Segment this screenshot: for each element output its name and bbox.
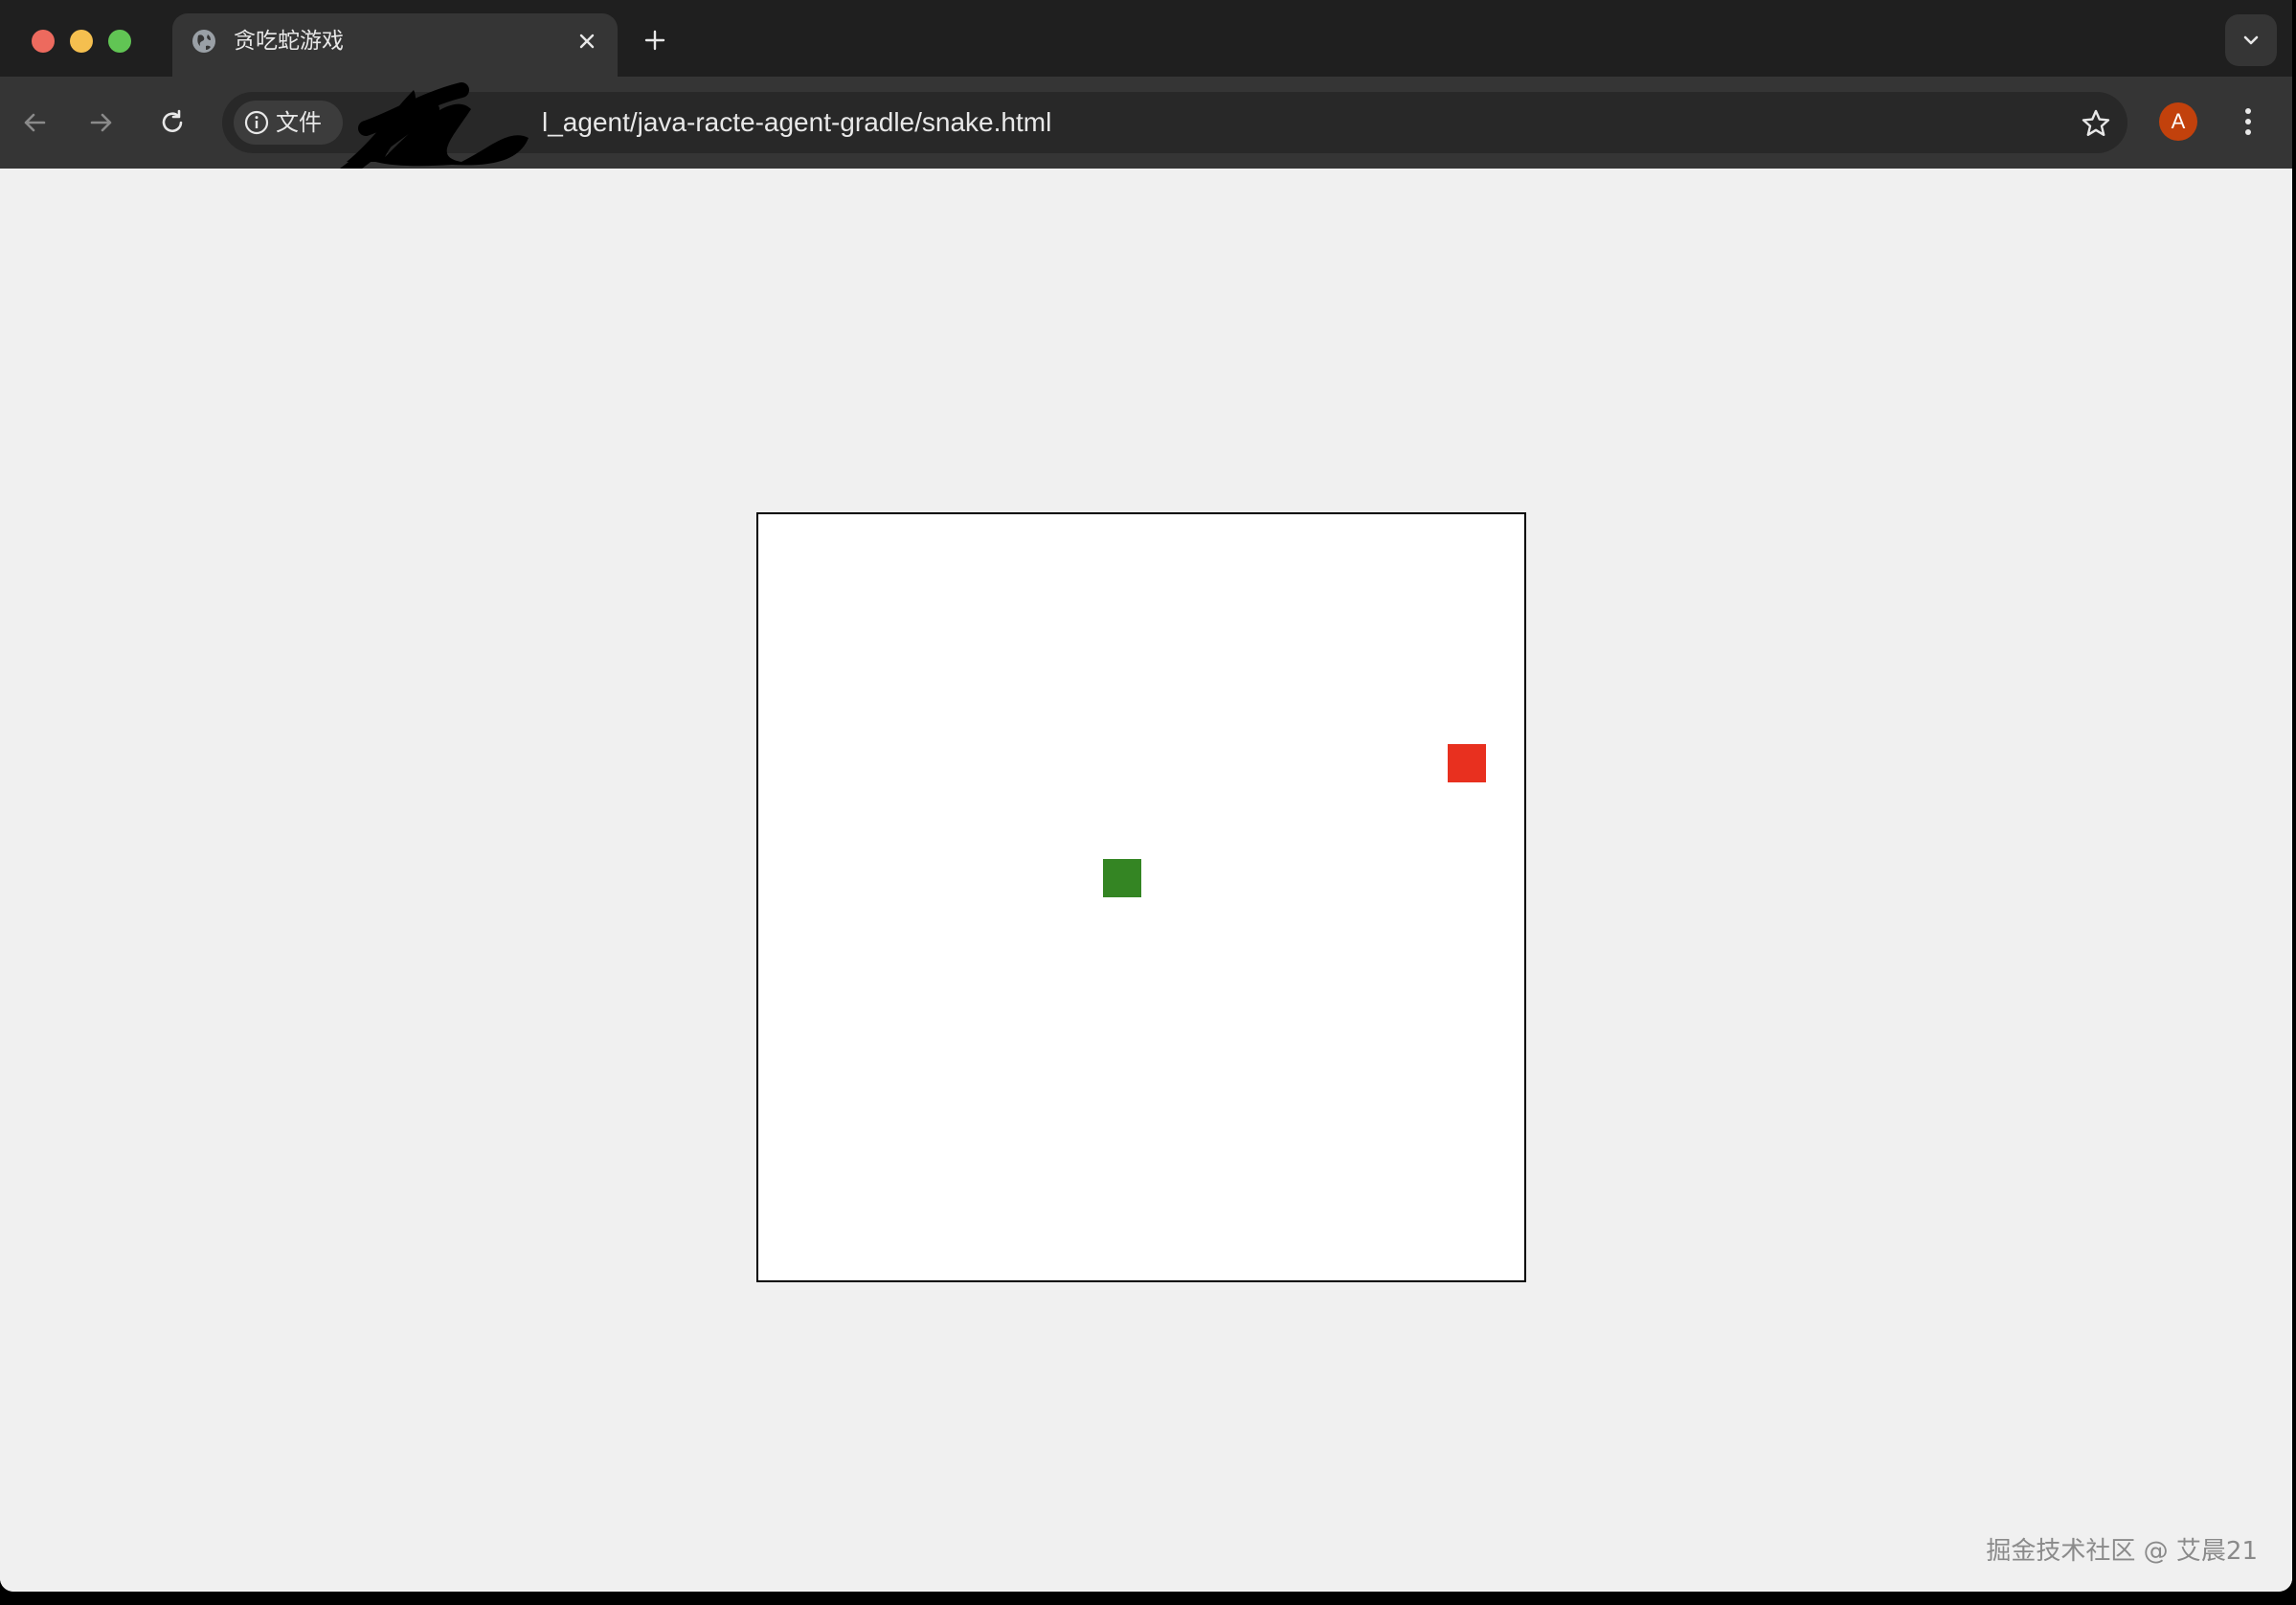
tab-search-button[interactable] [2225,14,2277,66]
toolbar: 文件 l_agent/java-racte-agent-gradle/snake… [0,77,2292,183]
address-bar[interactable]: 文件 l_agent/java-racte-agent-gradle/snake… [222,82,2127,183]
tab-strip: 贪吃蛇游戏 [0,0,2292,77]
forward-button[interactable] [79,100,124,146]
close-window-button[interactable] [32,30,55,53]
url-text: l_agent/java-racte-agent-gradle/snake.ht… [542,107,1052,137]
arrow-left-icon [24,113,46,132]
food-square [1448,744,1486,782]
minimize-window-button[interactable] [70,30,93,53]
new-tab-button[interactable] [640,25,670,56]
globe-icon [190,27,218,56]
back-button[interactable] [11,100,57,146]
profile-avatar[interactable]: A [2159,102,2197,141]
browser-window: 贪吃蛇游戏 文件 l_agent/java-racte-agent-gradle… [0,0,2292,1592]
tab-close-icon[interactable] [573,27,601,56]
browser-menu-button[interactable] [2232,102,2264,141]
site-info-chip[interactable]: 文件 [234,101,343,145]
page-content: 掘金技术社区 @ 艾晨21 [0,169,2292,1592]
info-icon [244,110,269,135]
game-canvas[interactable] [756,512,1526,1282]
reload-button[interactable] [149,100,195,146]
arrow-right-icon [90,113,112,132]
reload-icon [162,109,183,132]
bookmark-star-icon[interactable] [2080,107,2112,140]
snake-head [1103,859,1141,897]
site-chip-label: 文件 [276,109,322,136]
maximize-window-button[interactable] [108,30,131,53]
tab-active[interactable]: 贪吃蛇游戏 [172,13,618,77]
tab-title: 贪吃蛇游戏 [234,29,344,54]
more-vertical-icon [2245,108,2251,135]
chevron-down-icon [2243,35,2259,45]
watermark: 掘金技术社区 @ 艾晨21 [1986,1537,2258,1566]
